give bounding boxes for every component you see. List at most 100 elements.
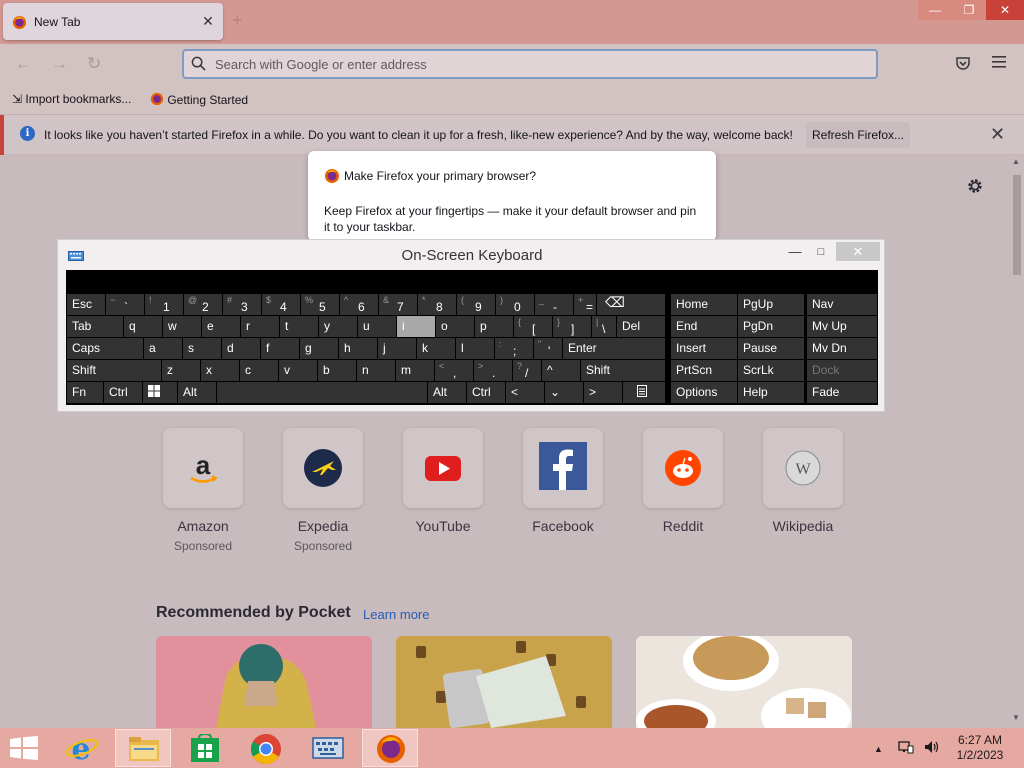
window-maximize-button[interactable]: ❐ xyxy=(952,0,986,20)
key-del[interactable]: Del xyxy=(617,316,665,337)
start-button[interactable] xyxy=(0,729,56,767)
volume-icon[interactable] xyxy=(924,741,940,755)
key-ctrl-left[interactable]: Ctrl xyxy=(104,382,142,403)
key-6[interactable]: ^ 6 xyxy=(340,294,378,315)
key-d[interactable]: d xyxy=(222,338,260,359)
key-home[interactable]: Home xyxy=(671,294,737,315)
refresh-firefox-button[interactable]: Refresh Firefox... xyxy=(806,122,910,148)
new-tab-button[interactable]: + xyxy=(232,10,243,31)
key-g[interactable]: g xyxy=(300,338,338,359)
key-fade[interactable]: Fade xyxy=(807,382,877,403)
key-w[interactable]: w xyxy=(163,316,201,337)
key-fn[interactable]: Fn xyxy=(67,382,103,403)
key-8[interactable]: * 8 xyxy=(418,294,456,315)
shortcut-expedia[interactable]: Expedia Sponsored xyxy=(273,428,373,558)
key-quote[interactable]: " ' xyxy=(534,338,562,359)
shortcut-youtube[interactable]: YouTube xyxy=(393,428,493,558)
key-pgup[interactable]: PgUp xyxy=(738,294,804,315)
key-caps[interactable]: Caps xyxy=(67,338,143,359)
pocket-card[interactable] xyxy=(156,636,372,728)
key-pause[interactable]: Pause xyxy=(738,338,804,359)
key-c[interactable]: c xyxy=(240,360,278,381)
key-backslash[interactable]: | \ xyxy=(592,316,616,337)
key-9[interactable]: (9 xyxy=(457,294,495,315)
key-equals[interactable]: + = xyxy=(574,294,596,315)
key-7[interactable]: & 7 xyxy=(379,294,417,315)
key-slash[interactable]: ? / xyxy=(513,360,541,381)
page-scrollbar[interactable]: ▲ ▼ xyxy=(1010,155,1024,728)
key-mv-dn[interactable]: Mv Dn xyxy=(807,338,877,359)
notification-close-icon[interactable]: ✕ xyxy=(990,124,1005,145)
key-left-arrow[interactable]: < xyxy=(506,382,544,403)
key-5[interactable]: % 5 xyxy=(301,294,339,315)
taskbar-internet-explorer[interactable]: e xyxy=(55,729,111,767)
key-alt-left[interactable]: Alt xyxy=(178,382,216,403)
key-end[interactable]: End xyxy=(671,316,737,337)
key-2[interactable]: @2 xyxy=(184,294,222,315)
import-bookmarks-link[interactable]: ⇲ Import bookmarks... xyxy=(12,92,131,106)
window-minimize-button[interactable]: — xyxy=(918,0,952,20)
key-n[interactable]: n xyxy=(357,360,395,381)
pocket-icon[interactable] xyxy=(955,56,971,74)
key-nav[interactable]: Nav xyxy=(807,294,877,315)
key-space[interactable] xyxy=(217,382,427,403)
key-mv-up[interactable]: Mv Up xyxy=(807,316,877,337)
key-prtscn[interactable]: PrtScn xyxy=(671,360,737,381)
keyboard-maximize-button[interactable]: □ xyxy=(812,244,830,260)
key-t[interactable]: t xyxy=(280,316,318,337)
key-i[interactable]: i xyxy=(397,316,435,337)
taskbar-chrome[interactable] xyxy=(238,729,294,767)
shortcut-tile[interactable] xyxy=(643,428,723,508)
key-period[interactable]: >. xyxy=(474,360,512,381)
key-shift-left[interactable]: Shift xyxy=(67,360,161,381)
network-icon[interactable] xyxy=(898,741,917,755)
key-z[interactable]: z xyxy=(162,360,200,381)
key-context-menu[interactable] xyxy=(623,382,665,403)
key-minus[interactable]: _ - xyxy=(535,294,573,315)
key-k[interactable]: k xyxy=(417,338,455,359)
keyboard-close-button[interactable]: ✕ xyxy=(836,242,880,261)
key-pgdn[interactable]: PgDn xyxy=(738,316,804,337)
getting-started-link[interactable]: Getting Started xyxy=(150,92,248,107)
key-help[interactable]: Help xyxy=(738,382,804,403)
address-bar[interactable] xyxy=(182,49,878,79)
key-comma[interactable]: <, xyxy=(435,360,473,381)
shortcut-tile[interactable] xyxy=(523,428,603,508)
key-j[interactable]: j xyxy=(378,338,416,359)
key-s[interactable]: s xyxy=(183,338,221,359)
key-up-arrow[interactable]: ^ xyxy=(542,360,580,381)
taskbar-on-screen-keyboard[interactable] xyxy=(300,729,356,767)
scroll-up-icon[interactable]: ▲ xyxy=(1012,157,1020,166)
taskbar-file-explorer[interactable] xyxy=(115,729,171,767)
shortcut-facebook[interactable]: Facebook xyxy=(513,428,613,558)
scroll-down-icon[interactable]: ▼ xyxy=(1012,713,1020,722)
tray-overflow-icon[interactable]: ▲ xyxy=(874,744,883,754)
key-insert[interactable]: Insert xyxy=(671,338,737,359)
key-3[interactable]: #3 xyxy=(223,294,261,315)
key-l[interactable]: l xyxy=(456,338,494,359)
shortcut-tile[interactable]: W xyxy=(763,428,843,508)
key-semicolon[interactable]: :; xyxy=(495,338,533,359)
window-close-button[interactable]: ✕ xyxy=(986,0,1024,20)
shortcut-wikipedia[interactable]: W Wikipedia xyxy=(753,428,853,558)
tab-new-tab[interactable]: New Tab ✕ xyxy=(3,3,223,40)
key-scrlk[interactable]: ScrLk xyxy=(738,360,804,381)
key-backquote[interactable]: ~ ` xyxy=(106,294,144,315)
key-r[interactable]: r xyxy=(241,316,279,337)
key-alt-right[interactable]: Alt xyxy=(428,382,466,403)
shortcut-tile[interactable] xyxy=(283,428,363,508)
key-windows[interactable] xyxy=(143,382,177,403)
scrollbar-thumb[interactable] xyxy=(1013,175,1021,275)
shortcut-tile[interactable]: a xyxy=(163,428,243,508)
key-h[interactable]: h xyxy=(339,338,377,359)
key-tab[interactable]: Tab xyxy=(67,316,123,337)
key-f[interactable]: f xyxy=(261,338,299,359)
tab-close-icon[interactable]: ✕ xyxy=(199,12,217,30)
key-y[interactable]: y xyxy=(319,316,357,337)
key-u[interactable]: u xyxy=(358,316,396,337)
key-options[interactable]: Options xyxy=(671,382,737,403)
forward-arrow-icon[interactable]: → xyxy=(51,54,68,74)
key-esc[interactable]: Esc xyxy=(67,294,105,315)
key-right-bracket[interactable]: }] xyxy=(553,316,591,337)
key-a[interactable]: a xyxy=(144,338,182,359)
